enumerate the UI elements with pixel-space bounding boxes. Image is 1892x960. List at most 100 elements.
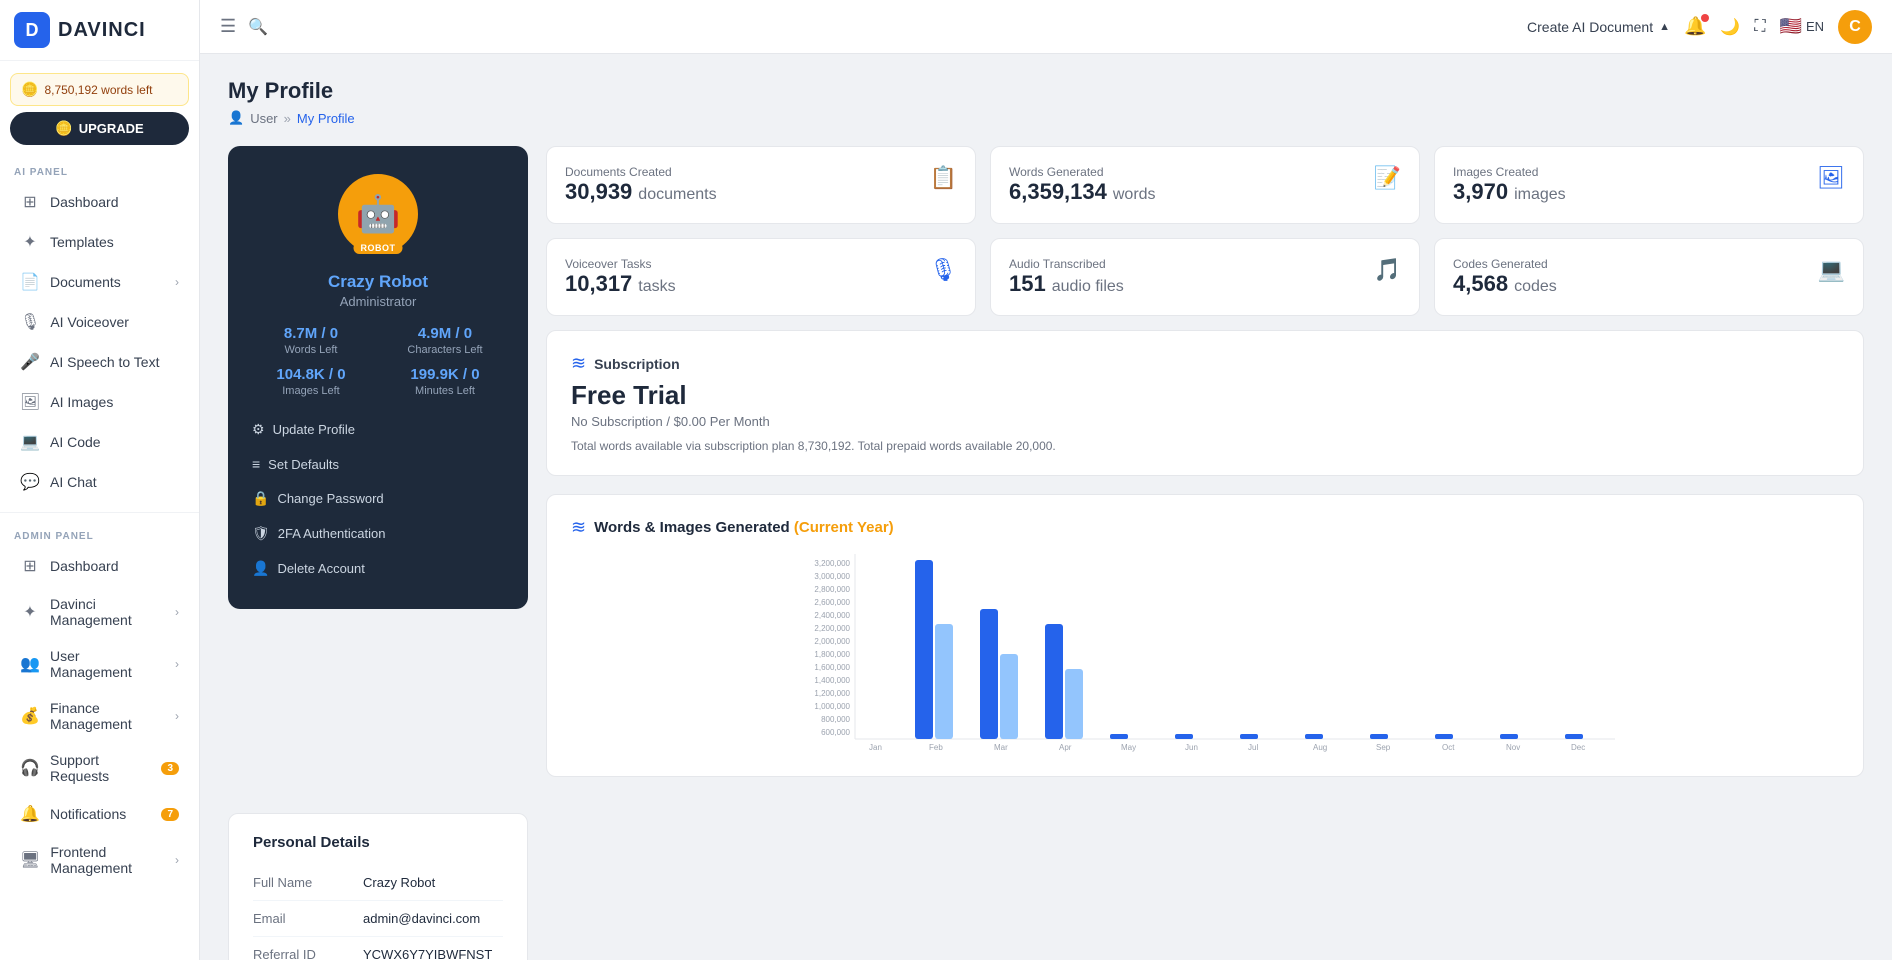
breadcrumb-separator: » [284, 111, 291, 126]
words-images-chart: 3,200,000 3,000,000 2,800,000 2,600,000 … [571, 554, 1839, 754]
sidebar-item-ai-voiceover[interactable]: 🎙 AI Voiceover [6, 303, 193, 341]
stat-card-header: Audio Transcribed 151 audio files [1009, 257, 1124, 297]
chart-subtitle: (Current Year) [794, 519, 894, 536]
sidebar-item-dashboard[interactable]: ⊞ Dashboard [6, 183, 193, 221]
admin-grid-icon: ⊞ [20, 556, 40, 576]
chart-icon: ≋ [571, 517, 586, 538]
codes-value: 4,568 codes [1453, 271, 1557, 297]
breadcrumb-user-icon: 👤 [228, 110, 244, 126]
images-created-value: 3,970 images [1453, 179, 1566, 205]
davinci-icon: ✦ [20, 602, 40, 622]
sidebar-item-label: AI Code [50, 434, 179, 450]
words-generated-value: 6,359,134 words [1009, 179, 1156, 205]
profile-stat-images-left: 104.8K / 0 Images Left [252, 366, 370, 397]
stat-card-images: Images Created 3,970 images 🖼 [1434, 146, 1864, 224]
set-defaults-label: Set Defaults [268, 457, 339, 472]
frontend-icon: 🖥 [20, 850, 40, 870]
fullscreen-icon[interactable]: ⛶ [1754, 18, 1765, 36]
codes-stat-icon: 💻 [1818, 257, 1845, 283]
topbar-search-icon[interactable]: 🔍 [248, 17, 268, 37]
sidebar-item-user-mgmt[interactable]: 👥 User Management › [6, 639, 193, 689]
profile-stats-row: 🤖 ROBOT Crazy Robot Administrator 8.7M /… [228, 146, 1864, 777]
upgrade-coin-icon: 🪙 [55, 120, 72, 137]
sidebar-item-label: AI Chat [50, 474, 179, 490]
sidebar-item-finance-mgmt[interactable]: 💰 Finance Management › [6, 691, 193, 741]
svg-text:1,200,000: 1,200,000 [814, 689, 850, 698]
upgrade-button[interactable]: 🪙 UPGRADE [10, 112, 189, 145]
stat-card-row: Audio Transcribed 151 audio files 🎵 [1009, 257, 1401, 297]
words-left-bar: 🪙 8,750,192 words left [10, 73, 189, 106]
breadcrumb-user-link[interactable]: User [250, 111, 277, 126]
create-ai-doc-label: Create AI Document [1527, 19, 1653, 35]
stat-card-header: Words Generated 6,359,134 words [1009, 165, 1156, 205]
sidebar-item-notifications[interactable]: 🔔 Notifications 7 [6, 795, 193, 833]
words-icon: 📝 [1374, 165, 1401, 191]
svg-text:600,000: 600,000 [821, 728, 850, 737]
profile-stat-chars-left: 4.9M / 0 Characters Left [386, 325, 504, 356]
documents-icon: 📄 [20, 272, 40, 292]
sidebar-item-ai-code[interactable]: 💻 AI Code [6, 423, 193, 461]
svg-text:Nov: Nov [1506, 743, 1520, 752]
sidebar-item-ai-images[interactable]: 🖼 AI Images [6, 383, 193, 421]
pd-fullname-value: Crazy Robot [363, 875, 435, 890]
svg-text:Mar: Mar [994, 743, 1008, 752]
sidebar-item-ai-chat[interactable]: 💬 AI Chat [6, 463, 193, 501]
words-generated-label: Words Generated [1009, 165, 1156, 179]
hamburger-menu-icon[interactable]: ☰ [220, 16, 236, 37]
stat-card-codes: Codes Generated 4,568 codes 💻 [1434, 238, 1864, 316]
breadcrumb: 👤 User » My Profile [228, 110, 1864, 126]
sidebar-item-ai-speech[interactable]: 🎤 AI Speech to Text [6, 343, 193, 381]
ai-panel-label: AI PANEL [0, 159, 199, 182]
plan-price: No Subscription / $0.00 Per Month [571, 414, 1839, 429]
stat-card-header: Voiceover Tasks 10,317 tasks [565, 257, 676, 297]
sidebar-item-label: Davinci Management [50, 596, 165, 628]
images-icon: 🖼 [20, 392, 40, 412]
stat-card-row: Images Created 3,970 images 🖼 [1453, 165, 1845, 205]
audio-stat-icon: 🎵 [1374, 257, 1401, 283]
create-ai-document-button[interactable]: Create AI Document ▲ [1527, 19, 1670, 35]
delete-account-button[interactable]: 👤 Delete Account [252, 556, 504, 581]
svg-text:2,200,000: 2,200,000 [814, 624, 850, 633]
svg-text:1,800,000: 1,800,000 [814, 650, 850, 659]
images-stat-icon: 🖼 [1817, 165, 1845, 191]
notifications-bell-icon[interactable]: 🔔 [1684, 16, 1706, 37]
svg-text:2,400,000: 2,400,000 [814, 611, 850, 620]
chevron-right-icon: › [175, 853, 179, 867]
user-avatar[interactable]: C [1838, 10, 1872, 44]
stat-card-voiceover: Voiceover Tasks 10,317 tasks 🎙 [546, 238, 976, 316]
change-password-label: Change Password [277, 491, 383, 506]
svg-text:Dec: Dec [1571, 743, 1585, 752]
sidebar-item-label: Notifications [50, 806, 151, 822]
images-left-value: 104.8K / 0 [252, 366, 370, 383]
svg-text:Aug: Aug [1313, 743, 1327, 752]
dark-mode-icon[interactable]: 🌙 [1720, 17, 1740, 37]
sidebar-item-documents[interactable]: 📄 Documents › [6, 263, 193, 301]
sidebar-item-label: Dashboard [50, 558, 179, 574]
sidebar-item-davinci-mgmt[interactable]: ✦ Davinci Management › [6, 587, 193, 637]
2fa-button[interactable]: 🛡 2FA Authentication [252, 521, 504, 546]
chat-icon: 💬 [20, 472, 40, 492]
notifications-badge: 7 [161, 808, 179, 821]
words-left-text: 8,750,192 words left [44, 83, 152, 97]
svg-text:1,400,000: 1,400,000 [814, 676, 850, 685]
language-selector[interactable]: 🇺🇸 EN [1780, 16, 1824, 37]
sidebar-item-frontend-mgmt[interactable]: 🖥 Frontend Management › [6, 835, 193, 885]
stat-card-row: Documents Created 30,939 documents 📋 [565, 165, 957, 205]
update-profile-label: Update Profile [273, 422, 355, 437]
svg-text:Jun: Jun [1185, 743, 1198, 752]
update-profile-button[interactable]: ⚙ Update Profile [252, 417, 504, 442]
words-left-label: Words Left [252, 344, 370, 356]
sidebar-item-label: Finance Management [50, 700, 165, 732]
sidebar-item-templates[interactable]: ✦ Templates [6, 223, 193, 261]
main-area: ☰ 🔍 Create AI Document ▲ 🔔 🌙 ⛶ 🇺🇸 EN C M… [200, 0, 1892, 960]
users-icon: 👥 [20, 654, 40, 674]
bell-icon: 🔔 [20, 804, 40, 824]
sidebar-item-admin-dashboard[interactable]: ⊞ Dashboard [6, 547, 193, 585]
images-unit: images [1514, 186, 1566, 204]
sidebar-item-support-req[interactable]: 🎧 Support Requests 3 [6, 743, 193, 793]
pd-referral-label: Referral ID [253, 947, 363, 960]
set-defaults-button[interactable]: ≡ Set Defaults [252, 452, 504, 476]
page-title: My Profile [228, 78, 1864, 104]
change-password-button[interactable]: 🔒 Change Password [252, 486, 504, 511]
profile-card: 🤖 ROBOT Crazy Robot Administrator 8.7M /… [228, 146, 528, 609]
